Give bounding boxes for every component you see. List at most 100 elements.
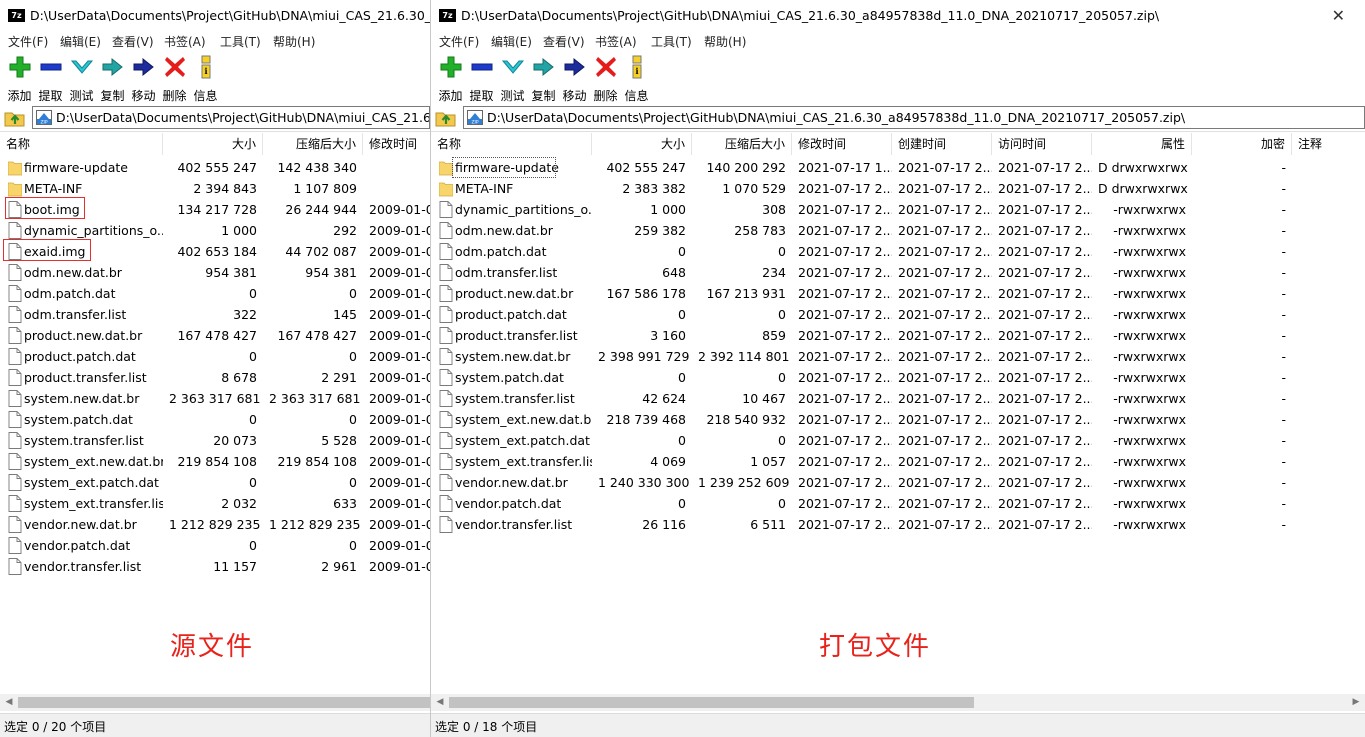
horizontal-scrollbar[interactable]: ◀ ▶ bbox=[431, 694, 1365, 711]
menu-item-0[interactable]: 文件(F) bbox=[8, 33, 48, 50]
copy-button[interactable]: 复制 bbox=[97, 55, 128, 103]
file-row-vendor-patch-dat[interactable]: vendor.patch.dat 0 0 2021-07-17 2... 2021-07… bbox=[431, 493, 1365, 514]
scroll-thumb[interactable] bbox=[449, 697, 974, 708]
folder-up-icon[interactable] bbox=[435, 107, 457, 127]
file-row-product-patch-dat[interactable]: product.patch.dat 0 0 2009-01-0 bbox=[0, 346, 430, 367]
file-row-system-transfer-list[interactable]: system.transfer.list 42 624 10 467 2021-07-… bbox=[431, 388, 1365, 409]
file-row-system-ext-patch-dat[interactable]: system_ext.patch.dat 0 0 2021-07-17 2... 202… bbox=[431, 430, 1365, 451]
file-row-vendor-new-dat-br[interactable]: vendor.new.dat.br 1 240 330 300 1 239 252 … bbox=[431, 472, 1365, 493]
file-row-system-new-dat-br[interactable]: system.new.dat.br 2 363 317 681 2 363 317 … bbox=[0, 388, 430, 409]
folder-up-icon[interactable] bbox=[4, 107, 26, 127]
scroll-thumb[interactable] bbox=[18, 697, 430, 708]
delete-button[interactable]: 删除 bbox=[590, 55, 621, 103]
caption-source-files: 源文件 bbox=[170, 632, 255, 662]
menu-item-3[interactable]: 书签(A) bbox=[595, 33, 637, 50]
file-row-product-new-dat-br[interactable]: product.new.dat.br 167 478 427 167 478 427… bbox=[0, 325, 430, 346]
menu-item-1[interactable]: 编辑(E) bbox=[491, 33, 532, 50]
file-row-product-transfer-list[interactable]: product.transfer.list 8 678 2 291 2009-01-0 bbox=[0, 367, 430, 388]
column-header-modified[interactable]: 修改时间 bbox=[363, 133, 430, 155]
column-header-size[interactable]: 大小 bbox=[592, 133, 692, 155]
svg-text:ZIP: ZIP bbox=[471, 120, 478, 126]
menu-item-0[interactable]: 文件(F) bbox=[439, 33, 479, 50]
scroll-left-icon[interactable]: ◀ bbox=[434, 697, 446, 708]
column-header-comment[interactable]: 注释 bbox=[1292, 133, 1365, 155]
move-button[interactable]: 移动 bbox=[128, 55, 159, 103]
file-row-dynamic-partitions-o[interactable]: dynamic_partitions_o... 1 000 292 2009-01-0 bbox=[0, 220, 430, 241]
file-row-system-ext-new-dat-br[interactable]: system_ext.new.dat.br 219 854 108 219 854 … bbox=[0, 451, 430, 472]
file-row-system-ext-transfer-list[interactable]: system_ext.transfer.list 2 032 633 2009-01-… bbox=[0, 493, 430, 514]
file-row-meta-inf[interactable]: META-INF 2 383 382 1 070 529 2021-07-17 2..… bbox=[431, 178, 1365, 199]
horizontal-scrollbar[interactable]: ◀ bbox=[0, 694, 430, 711]
menu-item-2[interactable]: 查看(V) bbox=[543, 33, 585, 50]
divider bbox=[0, 131, 430, 132]
file-row-system-patch-dat[interactable]: system.patch.dat 0 0 2009-01-0 bbox=[0, 409, 430, 430]
close-icon[interactable]: ✕ bbox=[1332, 6, 1345, 25]
file-row-odm-new-dat-br[interactable]: odm.new.dat.br 259 382 258 783 2021-07-17 2… bbox=[431, 220, 1365, 241]
cell-packed: 1 239 252 609 bbox=[698, 475, 790, 490]
add-button[interactable]: 添加 bbox=[435, 55, 466, 103]
file-row-dynamic-partitions-o[interactable]: dynamic_partitions_o... 1 000 308 2021-07-1… bbox=[431, 199, 1365, 220]
test-button[interactable]: 测试 bbox=[66, 55, 97, 103]
cell-modified: 2009-01-0 bbox=[369, 559, 430, 574]
cell-enc: - bbox=[1281, 454, 1286, 469]
menu-item-5[interactable]: 帮助(H) bbox=[704, 33, 746, 50]
column-header-name[interactable]: 名称 bbox=[431, 133, 592, 155]
file-row-vendor-patch-dat[interactable]: vendor.patch.dat 0 0 2009-01-0 bbox=[0, 535, 430, 556]
extract-button[interactable]: 提取 bbox=[466, 55, 497, 103]
column-header-size[interactable]: 大小 bbox=[163, 133, 263, 155]
file-row-product-new-dat-br[interactable]: product.new.dat.br 167 586 178 167 213 931… bbox=[431, 283, 1365, 304]
menu-item-1[interactable]: 编辑(E) bbox=[60, 33, 101, 50]
file-row-odm-new-dat-br[interactable]: odm.new.dat.br 954 381 954 381 2009-01-0 bbox=[0, 262, 430, 283]
column-header-modified[interactable]: 修改时间 bbox=[792, 133, 892, 155]
file-row-odm-patch-dat[interactable]: odm.patch.dat 0 0 2021-07-17 2... 2021-07-17… bbox=[431, 241, 1365, 262]
test-button[interactable]: 测试 bbox=[497, 55, 528, 103]
info-button[interactable]: i 信息 bbox=[190, 55, 221, 103]
file-row-odm-transfer-list[interactable]: odm.transfer.list 648 234 2021-07-17 2... 20… bbox=[431, 262, 1365, 283]
address-input[interactable]: ZIP D:\UserData\Documents\Project\GitHub… bbox=[463, 106, 1365, 129]
column-header-enc[interactable]: 加密 bbox=[1192, 133, 1292, 155]
cell-created: 2021-07-17 2... bbox=[898, 391, 992, 406]
menu-item-4[interactable]: 工具(T) bbox=[220, 33, 261, 50]
file-row-product-patch-dat[interactable]: product.patch.dat 0 0 2021-07-17 2... 2021-0… bbox=[431, 304, 1365, 325]
column-header-packed[interactable]: 压缩后大小 bbox=[692, 133, 792, 155]
file-row-firmware-update[interactable]: firmware-update 402 555 247 140 200 292 202… bbox=[431, 157, 1365, 178]
delete-button[interactable]: 删除 bbox=[159, 55, 190, 103]
address-input[interactable]: ZIP D:\UserData\Documents\Project\GitHub… bbox=[32, 106, 430, 129]
cell-size: 167 478 427 bbox=[177, 328, 257, 343]
move-button[interactable]: 移动 bbox=[559, 55, 590, 103]
column-header-attr[interactable]: 属性 bbox=[1092, 133, 1192, 155]
file-row-system-new-dat-br[interactable]: system.new.dat.br 2 398 991 729 2 392 114 … bbox=[431, 346, 1365, 367]
file-row-system-patch-dat[interactable]: system.patch.dat 0 0 2021-07-17 2... 2021-07… bbox=[431, 367, 1365, 388]
cell-enc: - bbox=[1281, 286, 1286, 301]
file-row-odm-patch-dat[interactable]: odm.patch.dat 0 0 2009-01-0 bbox=[0, 283, 430, 304]
file-row-vendor-new-dat-br[interactable]: vendor.new.dat.br 1 212 829 235 1 212 829 … bbox=[0, 514, 430, 535]
column-header-packed[interactable]: 压缩后大小 bbox=[263, 133, 363, 155]
column-header-accessed[interactable]: 访问时间 bbox=[992, 133, 1092, 155]
menu-item-3[interactable]: 书签(A) bbox=[164, 33, 206, 50]
add-button[interactable]: 添加 bbox=[4, 55, 35, 103]
file-row-system-ext-transfer-list[interactable]: system_ext.transfer.list 4 069 1 057 2021-0… bbox=[431, 451, 1365, 472]
copy-button[interactable]: 复制 bbox=[528, 55, 559, 103]
menu-item-2[interactable]: 查看(V) bbox=[112, 33, 154, 50]
file-row-product-transfer-list[interactable]: product.transfer.list 3 160 859 2021-07-17 … bbox=[431, 325, 1365, 346]
scroll-left-icon[interactable]: ◀ bbox=[3, 697, 15, 708]
menu-item-4[interactable]: 工具(T) bbox=[651, 33, 692, 50]
menu-item-5[interactable]: 帮助(H) bbox=[273, 33, 315, 50]
scroll-right-icon[interactable]: ▶ bbox=[1350, 697, 1362, 708]
file-row-vendor-transfer-list[interactable]: vendor.transfer.list 11 157 2 961 2009-01-0 bbox=[0, 556, 430, 577]
file-row-system-ext-new-dat-br[interactable]: system_ext.new.dat.br 218 739 468 218 540 … bbox=[431, 409, 1365, 430]
file-row-firmware-update[interactable]: firmware-update 402 555 247 142 438 340 bbox=[0, 157, 430, 178]
file-row-system-ext-patch-dat[interactable]: system_ext.patch.dat 0 0 2009-01-0 bbox=[0, 472, 430, 493]
file-name: system_ext.patch.dat bbox=[455, 433, 590, 448]
cell-attr: -rwxrwxrwx bbox=[1113, 349, 1186, 364]
column-header-name[interactable]: 名称 bbox=[0, 133, 163, 155]
column-header-created[interactable]: 创建时间 bbox=[892, 133, 992, 155]
file-row-meta-inf[interactable]: META-INF 2 394 843 1 107 809 bbox=[0, 178, 430, 199]
file-row-system-transfer-list[interactable]: system.transfer.list 20 073 5 528 2009-01-0 bbox=[0, 430, 430, 451]
cell-modified: 2009-01-0 bbox=[369, 517, 430, 532]
file-row-vendor-transfer-list[interactable]: vendor.transfer.list 26 116 6 511 2021-07-1… bbox=[431, 514, 1365, 535]
toolbar: 添加 提取 测试 复制 移动 删除 i 信息 bbox=[0, 52, 430, 103]
info-button[interactable]: i 信息 bbox=[621, 55, 652, 103]
extract-button[interactable]: 提取 bbox=[35, 55, 66, 103]
file-row-odm-transfer-list[interactable]: odm.transfer.list 322 145 2009-01-0 bbox=[0, 304, 430, 325]
